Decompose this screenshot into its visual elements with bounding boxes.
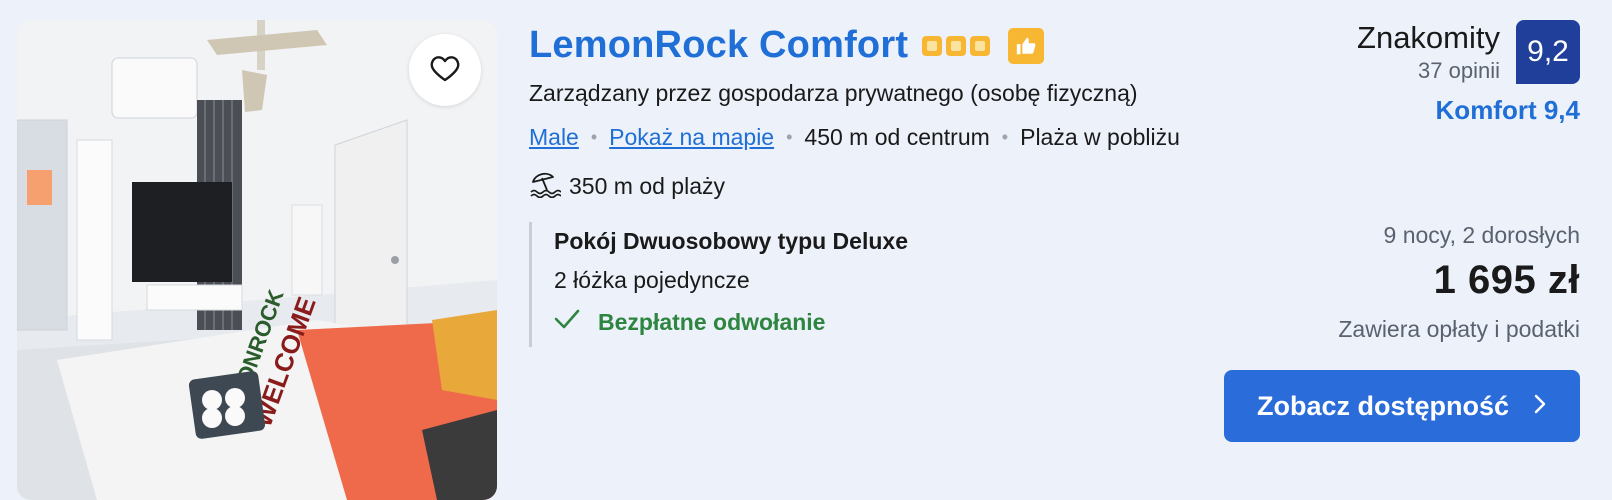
- cancellation-label: Bezpłatne odwołanie: [598, 308, 826, 335]
- room-name: Pokój Dwuosobowy typu Deluxe: [554, 228, 908, 254]
- star-square-icon: [946, 35, 967, 56]
- beach-distance: 350 m od plaży: [569, 172, 725, 199]
- score-badge: 9,2: [1516, 20, 1580, 84]
- separator-dot: •: [1001, 127, 1009, 147]
- rating-label: Znakomity: [1357, 20, 1500, 55]
- comfort-score: Komfort 9,4: [1435, 95, 1580, 125]
- rating-text: Znakomity 37 opinii: [1357, 20, 1500, 84]
- taxes-note: Zawiera opłaty i podatki: [1338, 316, 1580, 342]
- distance-center: 450 m od centrum: [804, 124, 990, 150]
- beach-umbrella-icon: [529, 168, 562, 204]
- property-title[interactable]: LemonRock Comfort: [529, 24, 908, 67]
- stay-details: 9 nocy, 2 dorosłych: [1383, 222, 1580, 248]
- review-count: 37 opinii: [1418, 58, 1500, 83]
- beach-nearby: Plaża w pobliżu: [1020, 124, 1180, 150]
- title-row: LemonRock Comfort: [529, 24, 1045, 67]
- see-availability-button[interactable]: Zobacz dostępność: [1224, 370, 1580, 442]
- favorite-button[interactable]: [409, 34, 481, 106]
- star-rating: [922, 35, 991, 56]
- check-icon: [554, 308, 580, 336]
- separator-dot: •: [786, 127, 793, 147]
- star-square-icon: [922, 35, 943, 56]
- room-beds: 2 łóżka pojedyncze: [554, 267, 750, 293]
- review-summary[interactable]: Znakomity 37 opinii 9,2: [1357, 20, 1580, 84]
- room-info: Pokój Dwuosobowy typu Deluxe 2 łóżka poj…: [529, 222, 908, 347]
- thumbs-up-icon[interactable]: [1008, 27, 1045, 64]
- location-row: Male • Pokaż na mapie • 450 m od centrum…: [529, 124, 1180, 151]
- free-cancellation: Bezpłatne odwołanie: [554, 308, 908, 336]
- show-on-map-link[interactable]: Pokaż na mapie: [609, 124, 774, 151]
- location-link[interactable]: Male: [529, 124, 579, 151]
- price: 1 695 zł: [1433, 258, 1580, 302]
- chevron-right-icon: [1533, 391, 1547, 422]
- star-square-icon: [970, 35, 991, 56]
- property-card: WELCOME LEMONROCK LemonRock Comfort Zarz…: [0, 0, 1612, 500]
- host-type: Zarządzany przez gospodarza prywatnego (…: [529, 80, 1138, 106]
- separator-dot: •: [590, 127, 598, 147]
- heart-icon: [429, 53, 461, 88]
- beach-distance-row: 350 m od plaży: [529, 168, 725, 204]
- cta-label: Zobacz dostępność: [1256, 390, 1510, 421]
